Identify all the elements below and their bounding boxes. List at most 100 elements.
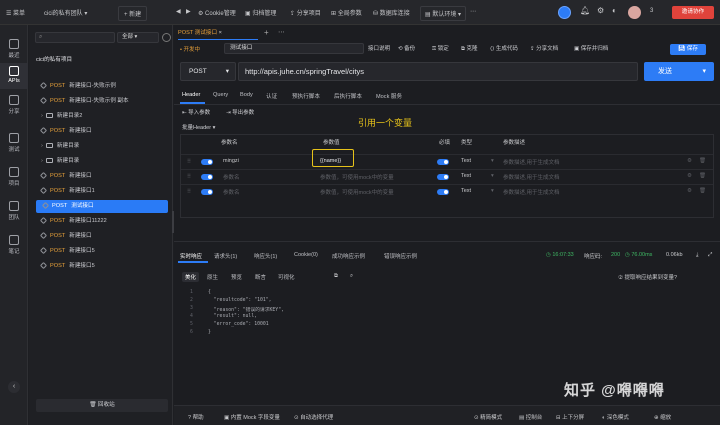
save-archive-button[interactable]: ▣ 保存并归档 xyxy=(574,43,608,55)
clone-button[interactable]: ⧉ 克隆 xyxy=(461,43,477,55)
nav-team[interactable]: 团队 xyxy=(0,201,28,221)
avatar[interactable] xyxy=(628,6,641,19)
param-desc[interactable]: 参数描述,用于生成文档 xyxy=(503,188,560,196)
tab-post-script[interactable]: 后执行脚本 xyxy=(334,92,362,100)
view-tab[interactable]: 原生 xyxy=(207,273,218,281)
import-params-button[interactable]: ⇤ 导入参数 xyxy=(182,107,210,119)
settings-icon[interactable]: ⚙ xyxy=(687,158,692,164)
tree-item[interactable]: POST 新建接口11222 xyxy=(29,215,173,228)
collapse-icon[interactable]: ‹ xyxy=(8,381,20,393)
param-name[interactable]: 参数名 xyxy=(223,173,240,181)
tree-item[interactable]: POST 新建接口-失败示例 xyxy=(29,80,173,93)
param-value[interactable]: 参数值，可使用mock中的变量 xyxy=(320,173,394,181)
tree-item[interactable]: POST 新建接口-失败示例 副本 xyxy=(29,95,173,108)
enable-toggle[interactable] xyxy=(201,174,213,180)
type-chevron-icon[interactable]: ▾ xyxy=(491,188,494,194)
response-tab[interactable]: 实时响应 xyxy=(180,252,202,260)
help-button[interactable]: ? 帮助 xyxy=(188,413,204,421)
compact-mode-button[interactable]: ⊙ 精简模式 xyxy=(474,413,502,421)
mock-fields-button[interactable]: ▣ 内置 Mock 字段变量 xyxy=(224,413,280,421)
nav-share[interactable]: 分享 xyxy=(0,95,28,115)
doc-button[interactable]: 接口说明 xyxy=(368,43,390,55)
tab-test-api[interactable]: POST 测试接口 × xyxy=(178,27,258,40)
sync-icon[interactable] xyxy=(558,6,571,19)
type-chevron-icon[interactable]: ▾ xyxy=(491,158,494,164)
extract-hint[interactable]: ② 提取响应结果到变量? xyxy=(618,273,677,281)
tree-item[interactable]: › 新建目录 xyxy=(29,140,173,153)
status-badge[interactable]: • 开发中 xyxy=(180,45,200,53)
download-icon[interactable]: ⤓ xyxy=(696,252,698,259)
response-tab[interactable]: 错误响应示例 xyxy=(384,252,417,260)
add-icon[interactable] xyxy=(162,33,171,42)
tree-item[interactable]: POST 新建接口 xyxy=(29,125,173,138)
enable-toggle[interactable] xyxy=(201,189,213,195)
new-button[interactable]: + 新建 xyxy=(118,6,148,21)
tab-header[interactable]: Header xyxy=(182,92,200,98)
dark-mode-button[interactable]: ◐ 深色模式 xyxy=(602,413,629,421)
close-icon[interactable]: × xyxy=(219,30,222,36)
expand-icon[interactable]: ⤢ xyxy=(708,252,712,259)
param-type[interactable]: Text xyxy=(461,158,471,164)
tree-item[interactable]: POST 新建接口5 xyxy=(29,260,173,273)
drag-handle-icon[interactable]: ⠿ xyxy=(187,159,191,165)
delete-icon[interactable]: 🗑︎ xyxy=(699,173,706,179)
tree-item[interactable]: POST 新建接口 xyxy=(29,170,173,183)
view-tab[interactable]: 断言 xyxy=(255,273,266,281)
bell-icon[interactable]: 🔔︎ xyxy=(580,6,590,15)
share-doc-button[interactable]: ⇪ 分享文档 xyxy=(530,43,558,55)
search-icon[interactable]: ⌕ xyxy=(350,273,353,280)
console-button[interactable]: ▤ 控制台 xyxy=(519,413,542,421)
tab-query[interactable]: Query xyxy=(213,92,228,98)
team-selector[interactable]: cici的私有团队 ▾ xyxy=(44,8,87,17)
nav-test[interactable]: 测试 xyxy=(0,133,28,153)
nav-project[interactable]: 项目 xyxy=(0,167,28,187)
settings-icon[interactable]: ⚙ xyxy=(687,188,692,194)
back-icon[interactable]: ◀ xyxy=(176,8,181,15)
url-input[interactable]: http://apis.juhe.cn/springTravel/citys xyxy=(238,62,638,81)
enable-toggle[interactable] xyxy=(201,159,213,165)
required-toggle[interactable] xyxy=(437,189,449,195)
response-tab[interactable]: 成功响应示例 xyxy=(332,252,365,260)
export-params-button[interactable]: ⇥ 导出参数 xyxy=(226,107,254,119)
param-value[interactable]: 参数值，可使用mock中的变量 xyxy=(320,188,394,196)
tab-body[interactable]: Body xyxy=(240,92,253,98)
view-tab[interactable]: 预览 xyxy=(231,273,242,281)
tree-item[interactable]: POST 新建接口5 xyxy=(29,245,173,258)
response-tab[interactable]: Cookie(0) xyxy=(294,252,318,258)
db-connection[interactable]: ⛁ 数据库连接 xyxy=(373,8,410,17)
send-button[interactable]: 发送 ▾ xyxy=(644,62,714,81)
invite-button[interactable]: 邀请协作 xyxy=(672,6,714,19)
type-chevron-icon[interactable]: ▾ xyxy=(491,173,494,179)
split-button[interactable]: ⊟ 上下分屏 xyxy=(556,413,584,421)
forward-icon[interactable]: ▶ xyxy=(186,8,191,15)
tab-auth[interactable]: 认证 xyxy=(266,92,277,100)
param-desc[interactable]: 参数描述,用于生成文档 xyxy=(503,173,560,181)
settings-icon[interactable]: ⚙ xyxy=(597,6,604,15)
nav-notes[interactable]: 笔记 xyxy=(0,235,28,255)
backup-button[interactable]: ⟲ 备份 xyxy=(398,43,415,55)
param-type[interactable]: Text xyxy=(461,173,471,179)
response-tab[interactable]: 请求头(1) xyxy=(214,252,237,260)
more-icon[interactable]: ⋯ xyxy=(470,8,476,15)
tree-item[interactable]: › 新建目录2 xyxy=(29,110,173,123)
gen-code-button[interactable]: ⟨⟩ 生成代码 xyxy=(490,43,518,55)
response-tab[interactable]: 响应头(1) xyxy=(254,252,277,260)
view-tab[interactable]: 美化 xyxy=(182,272,200,282)
bulk-header-toggle[interactable]: 批量Header ▾ xyxy=(182,122,215,134)
api-name-input[interactable]: 测试接口 xyxy=(224,43,364,54)
view-tab[interactable]: 可视化 xyxy=(278,273,295,281)
nav-apis[interactable]: APIs xyxy=(0,63,28,89)
settings-icon[interactable]: ⚙ xyxy=(687,173,692,179)
param-name[interactable]: 参数名 xyxy=(223,188,240,196)
add-tab-icon[interactable]: + xyxy=(264,28,269,37)
proxy-button[interactable]: ⊙ 自动选择代理 xyxy=(294,413,333,421)
save-button[interactable]: 💾︎ 保存 xyxy=(670,44,706,55)
share-project[interactable]: ⇪ 分享项目 xyxy=(290,8,321,17)
recycle-bin-button[interactable]: 🗑︎ 回收站 xyxy=(36,399,168,412)
env-selector[interactable]: ▤ 默认环境 ▾ xyxy=(420,6,467,21)
global-params[interactable]: ⊞ 全局参数 xyxy=(331,8,362,17)
archive-manager[interactable]: ▣ 归档管理 xyxy=(245,8,276,17)
tree-item[interactable]: POST 测试接口 xyxy=(36,200,168,213)
tree-item[interactable]: › 新建目录 xyxy=(29,155,173,168)
required-toggle[interactable] xyxy=(437,174,449,180)
